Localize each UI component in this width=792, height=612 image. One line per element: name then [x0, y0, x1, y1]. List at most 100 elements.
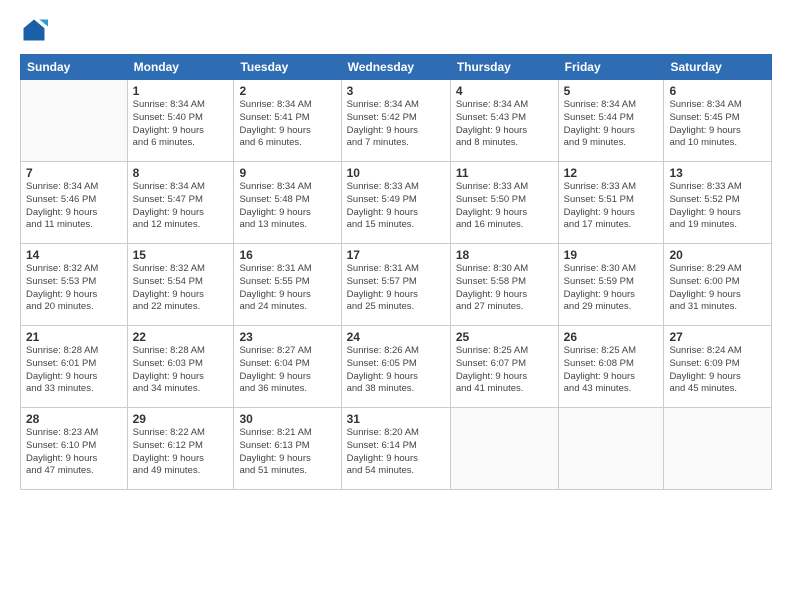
cell-daylight-info: Sunrise: 8:24 AM Sunset: 6:09 PM Dayligh…: [669, 345, 766, 396]
calendar-cell: 12Sunrise: 8:33 AM Sunset: 5:51 PM Dayli…: [558, 162, 664, 244]
calendar-week-row: 14Sunrise: 8:32 AM Sunset: 5:53 PM Dayli…: [21, 244, 772, 326]
cell-day-number: 4: [456, 84, 553, 98]
calendar-cell: 27Sunrise: 8:24 AM Sunset: 6:09 PM Dayli…: [664, 326, 772, 408]
cell-day-number: 7: [26, 166, 122, 180]
cell-daylight-info: Sunrise: 8:28 AM Sunset: 6:03 PM Dayligh…: [133, 345, 229, 396]
calendar-cell: 8Sunrise: 8:34 AM Sunset: 5:47 PM Daylig…: [127, 162, 234, 244]
cell-daylight-info: Sunrise: 8:31 AM Sunset: 5:57 PM Dayligh…: [347, 263, 445, 314]
calendar-cell: 23Sunrise: 8:27 AM Sunset: 6:04 PM Dayli…: [234, 326, 341, 408]
cell-daylight-info: Sunrise: 8:25 AM Sunset: 6:08 PM Dayligh…: [564, 345, 659, 396]
calendar-cell: 15Sunrise: 8:32 AM Sunset: 5:54 PM Dayli…: [127, 244, 234, 326]
calendar-table: SundayMondayTuesdayWednesdayThursdayFrid…: [20, 54, 772, 490]
calendar-cell: 11Sunrise: 8:33 AM Sunset: 5:50 PM Dayli…: [450, 162, 558, 244]
cell-daylight-info: Sunrise: 8:33 AM Sunset: 5:51 PM Dayligh…: [564, 181, 659, 232]
cell-day-number: 5: [564, 84, 659, 98]
cell-daylight-info: Sunrise: 8:33 AM Sunset: 5:52 PM Dayligh…: [669, 181, 766, 232]
cell-daylight-info: Sunrise: 8:28 AM Sunset: 6:01 PM Dayligh…: [26, 345, 122, 396]
cell-day-number: 6: [669, 84, 766, 98]
cell-daylight-info: Sunrise: 8:34 AM Sunset: 5:48 PM Dayligh…: [239, 181, 335, 232]
cell-day-number: 30: [239, 412, 335, 426]
cell-day-number: 13: [669, 166, 766, 180]
calendar-cell: 20Sunrise: 8:29 AM Sunset: 6:00 PM Dayli…: [664, 244, 772, 326]
cell-daylight-info: Sunrise: 8:20 AM Sunset: 6:14 PM Dayligh…: [347, 427, 445, 478]
calendar-cell: 16Sunrise: 8:31 AM Sunset: 5:55 PM Dayli…: [234, 244, 341, 326]
cell-day-number: 24: [347, 330, 445, 344]
calendar-cell: [21, 80, 128, 162]
calendar-cell: 13Sunrise: 8:33 AM Sunset: 5:52 PM Dayli…: [664, 162, 772, 244]
cell-daylight-info: Sunrise: 8:27 AM Sunset: 6:04 PM Dayligh…: [239, 345, 335, 396]
cell-daylight-info: Sunrise: 8:34 AM Sunset: 5:43 PM Dayligh…: [456, 99, 553, 150]
calendar-cell: 5Sunrise: 8:34 AM Sunset: 5:44 PM Daylig…: [558, 80, 664, 162]
calendar-cell: 21Sunrise: 8:28 AM Sunset: 6:01 PM Dayli…: [21, 326, 128, 408]
calendar-week-row: 7Sunrise: 8:34 AM Sunset: 5:46 PM Daylig…: [21, 162, 772, 244]
cell-day-number: 2: [239, 84, 335, 98]
weekday-header-cell: Wednesday: [341, 55, 450, 80]
weekday-header-cell: Monday: [127, 55, 234, 80]
cell-daylight-info: Sunrise: 8:25 AM Sunset: 6:07 PM Dayligh…: [456, 345, 553, 396]
cell-daylight-info: Sunrise: 8:30 AM Sunset: 5:59 PM Dayligh…: [564, 263, 659, 314]
cell-daylight-info: Sunrise: 8:30 AM Sunset: 5:58 PM Dayligh…: [456, 263, 553, 314]
calendar-cell: 2Sunrise: 8:34 AM Sunset: 5:41 PM Daylig…: [234, 80, 341, 162]
cell-day-number: 28: [26, 412, 122, 426]
cell-day-number: 3: [347, 84, 445, 98]
cell-daylight-info: Sunrise: 8:33 AM Sunset: 5:50 PM Dayligh…: [456, 181, 553, 232]
cell-daylight-info: Sunrise: 8:34 AM Sunset: 5:46 PM Dayligh…: [26, 181, 122, 232]
weekday-header-row: SundayMondayTuesdayWednesdayThursdayFrid…: [21, 55, 772, 80]
cell-day-number: 12: [564, 166, 659, 180]
calendar-cell: 7Sunrise: 8:34 AM Sunset: 5:46 PM Daylig…: [21, 162, 128, 244]
cell-day-number: 10: [347, 166, 445, 180]
cell-day-number: 16: [239, 248, 335, 262]
cell-day-number: 26: [564, 330, 659, 344]
cell-daylight-info: Sunrise: 8:34 AM Sunset: 5:47 PM Dayligh…: [133, 181, 229, 232]
logo-icon: [20, 16, 48, 44]
weekday-header-cell: Saturday: [664, 55, 772, 80]
header: [20, 16, 772, 44]
calendar-cell: 30Sunrise: 8:21 AM Sunset: 6:13 PM Dayli…: [234, 408, 341, 490]
cell-day-number: 25: [456, 330, 553, 344]
cell-daylight-info: Sunrise: 8:34 AM Sunset: 5:45 PM Dayligh…: [669, 99, 766, 150]
cell-day-number: 9: [239, 166, 335, 180]
calendar-cell: 6Sunrise: 8:34 AM Sunset: 5:45 PM Daylig…: [664, 80, 772, 162]
calendar-week-row: 21Sunrise: 8:28 AM Sunset: 6:01 PM Dayli…: [21, 326, 772, 408]
page-container: SundayMondayTuesdayWednesdayThursdayFrid…: [0, 0, 792, 500]
calendar-cell: 31Sunrise: 8:20 AM Sunset: 6:14 PM Dayli…: [341, 408, 450, 490]
calendar-cell: 24Sunrise: 8:26 AM Sunset: 6:05 PM Dayli…: [341, 326, 450, 408]
calendar-cell: 1Sunrise: 8:34 AM Sunset: 5:40 PM Daylig…: [127, 80, 234, 162]
weekday-header-cell: Thursday: [450, 55, 558, 80]
cell-daylight-info: Sunrise: 8:32 AM Sunset: 5:54 PM Dayligh…: [133, 263, 229, 314]
cell-daylight-info: Sunrise: 8:23 AM Sunset: 6:10 PM Dayligh…: [26, 427, 122, 478]
cell-daylight-info: Sunrise: 8:22 AM Sunset: 6:12 PM Dayligh…: [133, 427, 229, 478]
cell-daylight-info: Sunrise: 8:34 AM Sunset: 5:41 PM Dayligh…: [239, 99, 335, 150]
cell-daylight-info: Sunrise: 8:31 AM Sunset: 5:55 PM Dayligh…: [239, 263, 335, 314]
weekday-header-cell: Friday: [558, 55, 664, 80]
cell-day-number: 15: [133, 248, 229, 262]
calendar-cell: 10Sunrise: 8:33 AM Sunset: 5:49 PM Dayli…: [341, 162, 450, 244]
cell-day-number: 1: [133, 84, 229, 98]
cell-day-number: 29: [133, 412, 229, 426]
calendar-cell: 9Sunrise: 8:34 AM Sunset: 5:48 PM Daylig…: [234, 162, 341, 244]
cell-day-number: 23: [239, 330, 335, 344]
cell-day-number: 19: [564, 248, 659, 262]
calendar-cell: 25Sunrise: 8:25 AM Sunset: 6:07 PM Dayli…: [450, 326, 558, 408]
calendar-cell: 29Sunrise: 8:22 AM Sunset: 6:12 PM Dayli…: [127, 408, 234, 490]
cell-day-number: 14: [26, 248, 122, 262]
cell-day-number: 27: [669, 330, 766, 344]
cell-daylight-info: Sunrise: 8:29 AM Sunset: 6:00 PM Dayligh…: [669, 263, 766, 314]
cell-day-number: 17: [347, 248, 445, 262]
cell-day-number: 8: [133, 166, 229, 180]
calendar-cell: 14Sunrise: 8:32 AM Sunset: 5:53 PM Dayli…: [21, 244, 128, 326]
calendar-cell: 18Sunrise: 8:30 AM Sunset: 5:58 PM Dayli…: [450, 244, 558, 326]
cell-day-number: 18: [456, 248, 553, 262]
calendar-cell: [558, 408, 664, 490]
calendar-cell: 4Sunrise: 8:34 AM Sunset: 5:43 PM Daylig…: [450, 80, 558, 162]
cell-day-number: 31: [347, 412, 445, 426]
calendar-cell: 22Sunrise: 8:28 AM Sunset: 6:03 PM Dayli…: [127, 326, 234, 408]
calendar-week-row: 28Sunrise: 8:23 AM Sunset: 6:10 PM Dayli…: [21, 408, 772, 490]
calendar-cell: [450, 408, 558, 490]
calendar-cell: 3Sunrise: 8:34 AM Sunset: 5:42 PM Daylig…: [341, 80, 450, 162]
calendar-cell: 26Sunrise: 8:25 AM Sunset: 6:08 PM Dayli…: [558, 326, 664, 408]
weekday-header-cell: Sunday: [21, 55, 128, 80]
logo: [20, 16, 52, 44]
cell-daylight-info: Sunrise: 8:33 AM Sunset: 5:49 PM Dayligh…: [347, 181, 445, 232]
calendar-cell: 28Sunrise: 8:23 AM Sunset: 6:10 PM Dayli…: [21, 408, 128, 490]
